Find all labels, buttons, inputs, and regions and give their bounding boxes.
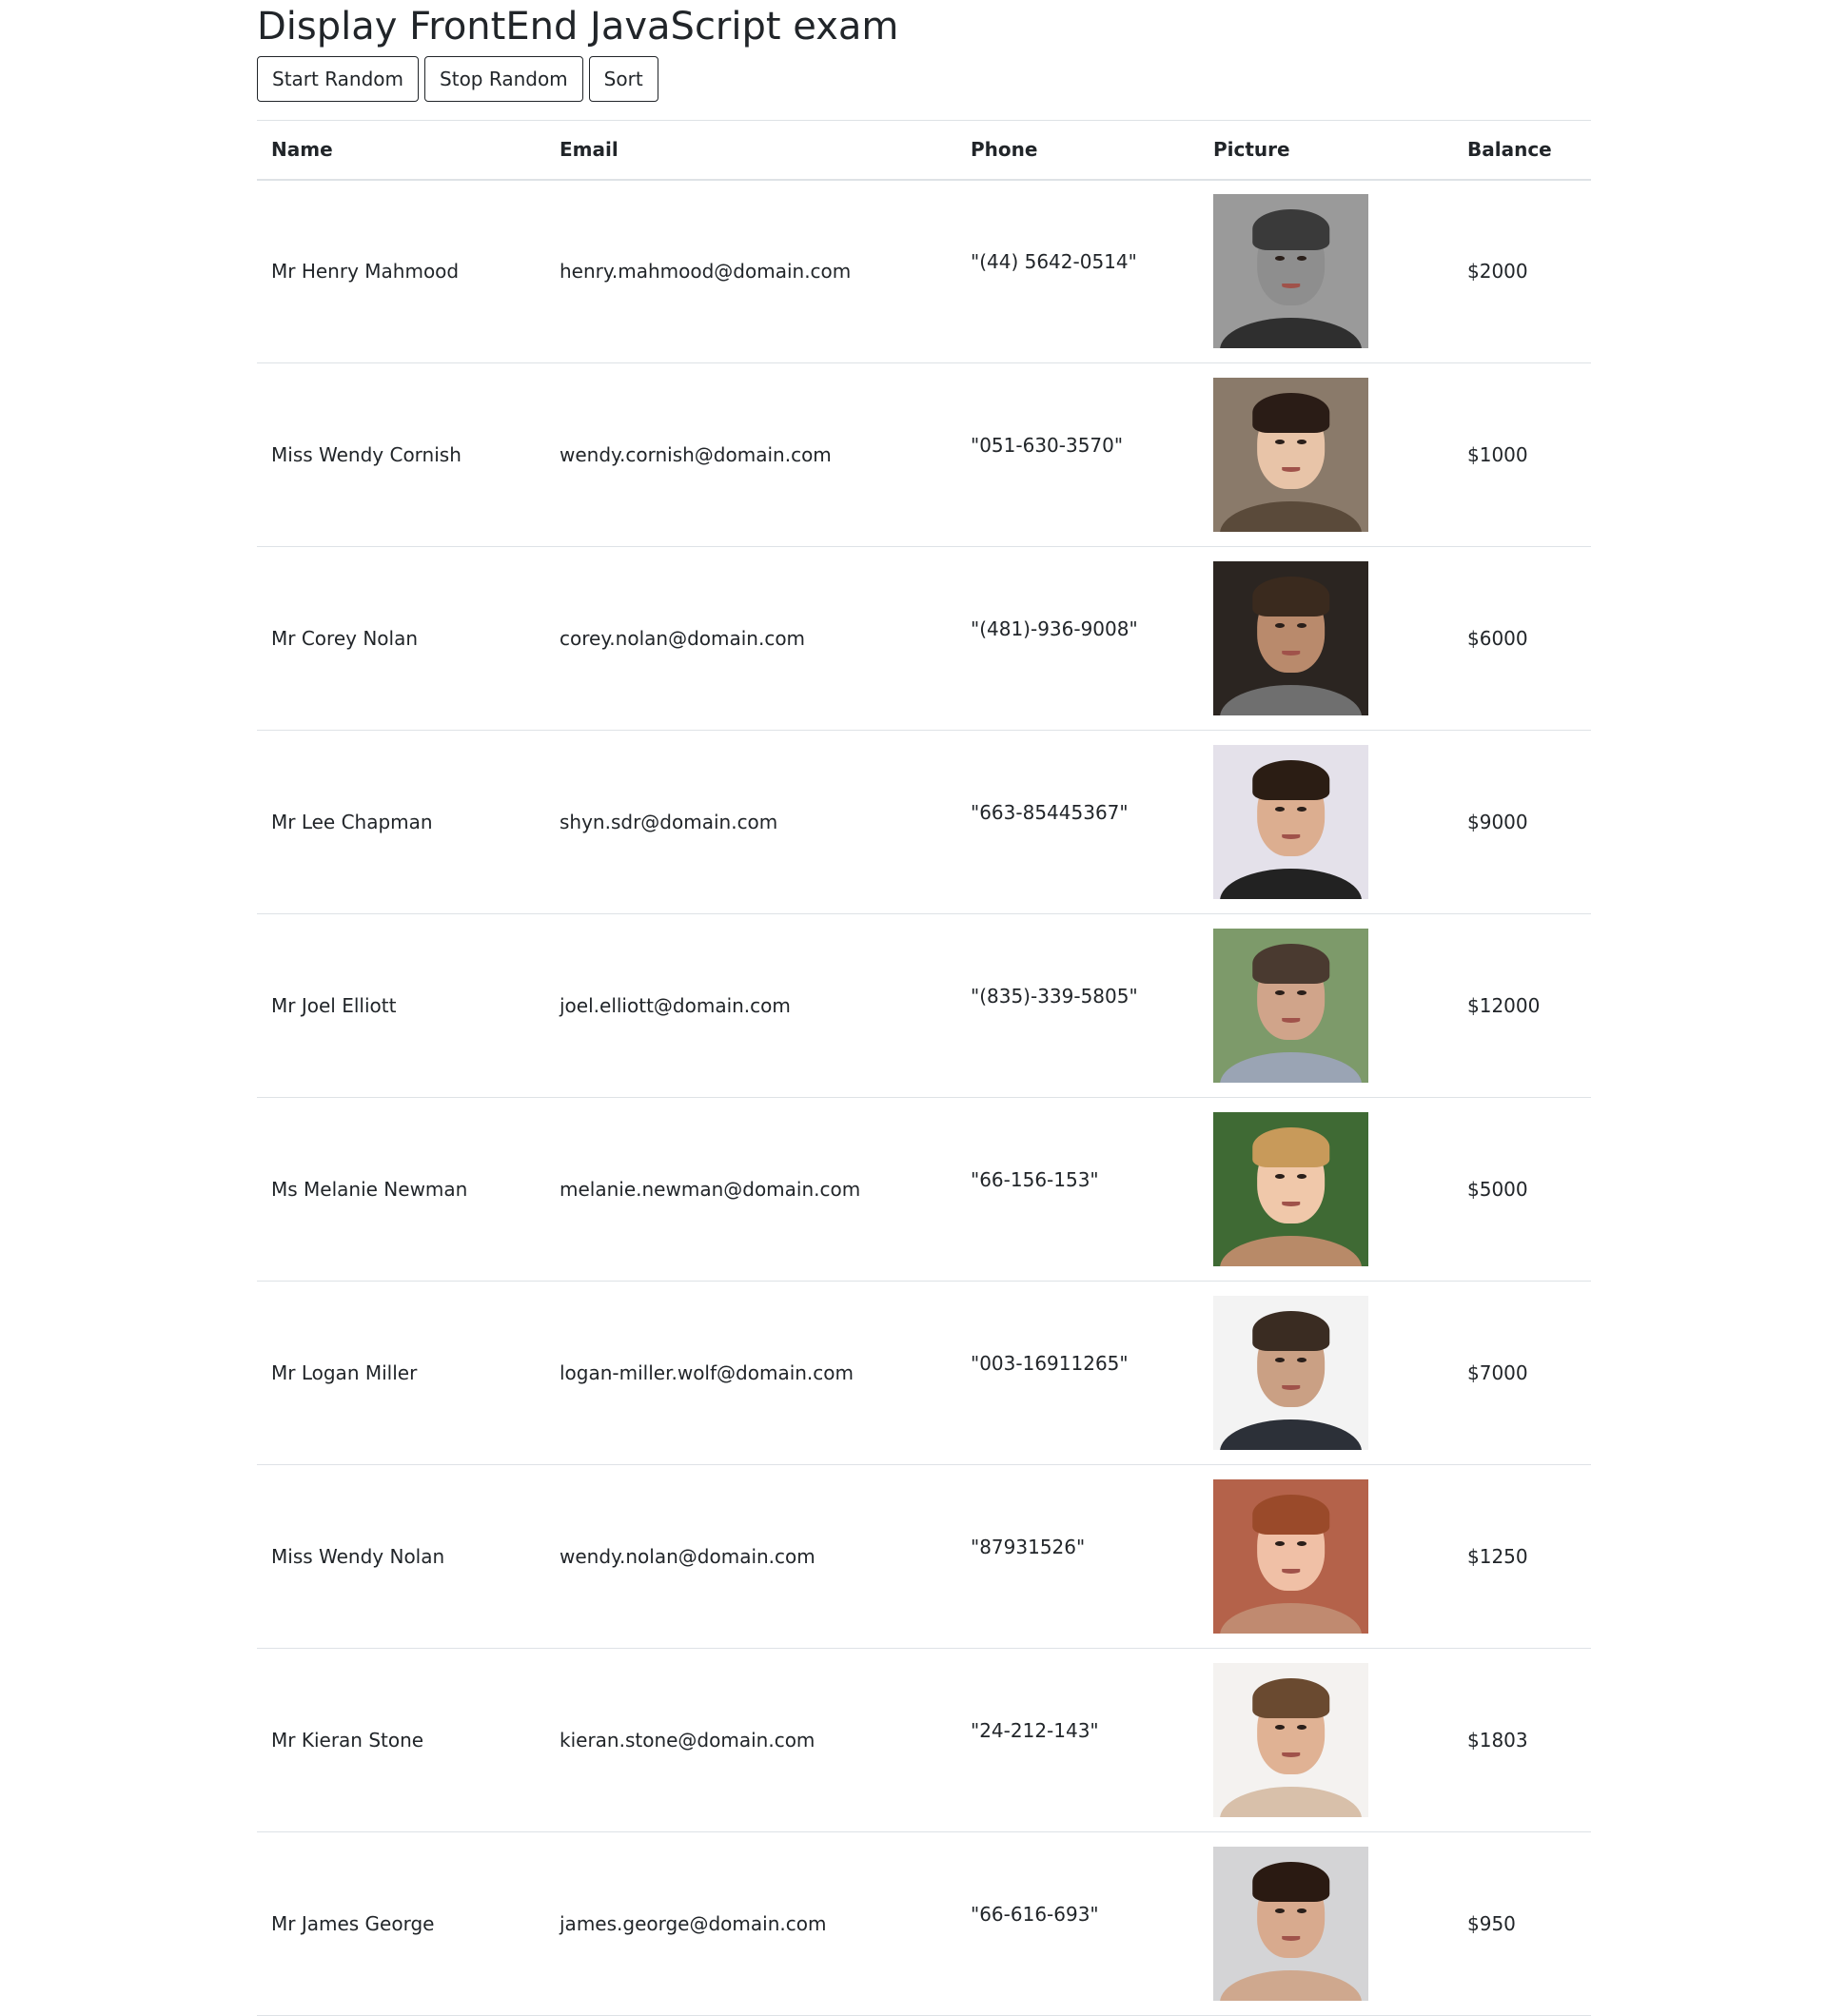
cell-balance: $2000	[1467, 260, 1528, 284]
avatar	[1213, 1112, 1368, 1266]
phone-text: "(835)-339-5805"	[971, 985, 1138, 1008]
cell-email: corey.nolan@domain.com	[560, 627, 806, 650]
table-row: Mr James George james.george@domain.com "6…	[257, 1832, 1591, 2016]
cell-name: Mr Henry Mahmood	[271, 260, 460, 284]
phone-text: "(481)-936-9008"	[971, 617, 1138, 640]
phone-text: "003-16911265"	[971, 1352, 1129, 1375]
table-body: Mr Henry Mahmood henry.mahmood@domain.com…	[257, 180, 1591, 2016]
phone-text: "051-630-3570"	[971, 434, 1124, 457]
avatar	[1213, 194, 1368, 349]
avatar	[1213, 1663, 1368, 1817]
avatar	[1213, 378, 1368, 532]
page-title: Display FrontEnd JavaScript exam	[257, 5, 899, 49]
cell-email: wendy.cornish@domain.com	[560, 443, 832, 466]
avatar	[1213, 929, 1368, 1083]
cell-picture	[1199, 547, 1453, 731]
cell-phone: "(44) 5642-0514"	[956, 180, 1199, 363]
cell-picture	[1199, 1282, 1453, 1465]
cell-balance: $6000	[1467, 627, 1528, 650]
cell-phone: "(835)-339-5805"	[956, 914, 1199, 1098]
cell-picture	[1199, 180, 1453, 363]
cell-email: shyn.sdr@domain.com	[560, 811, 778, 833]
table-row: Ms Melanie Newman melanie.newman@domain.c…	[257, 1098, 1591, 1282]
cell-email: wendy.nolan@domain.com	[560, 1545, 815, 1568]
table-row: Mr Corey Nolan corey.nolan@domain.com "(48…	[257, 547, 1591, 731]
table-row: Mr Kieran Stone kieran.stone@domain.com "2…	[257, 1649, 1591, 1832]
cell-email: james.george@domain.com	[560, 1912, 827, 1935]
cell-phone: "663-85445367"	[956, 731, 1199, 914]
phone-text: "87931526"	[971, 1536, 1086, 1558]
cell-picture	[1199, 1649, 1453, 1832]
phone-text: "66-616-693"	[971, 1903, 1099, 1926]
column-header-phone: Phone	[971, 138, 1038, 162]
cell-phone: "66-156-153"	[956, 1098, 1199, 1282]
cell-name: Mr Kieran Stone	[271, 1729, 424, 1752]
cell-phone: "87931526"	[956, 1465, 1199, 1649]
phone-text: "66-156-153"	[971, 1168, 1099, 1191]
avatar	[1213, 561, 1368, 715]
avatar	[1213, 1847, 1368, 2001]
table-row: Miss Wendy Cornish wendy.cornish@domain.c…	[257, 363, 1591, 547]
table-header-row: Name Email Phone Picture Balance	[257, 120, 1591, 180]
column-header-name: Name	[271, 138, 333, 162]
table-row: Miss Wendy Nolan wendy.nolan@domain.com "8…	[257, 1465, 1591, 1649]
cell-email: kieran.stone@domain.com	[560, 1729, 815, 1752]
cell-phone: "003-16911265"	[956, 1282, 1199, 1465]
phone-text: "(44) 5642-0514"	[971, 250, 1137, 274]
phone-text: "663-85445367"	[971, 801, 1129, 824]
start-random-button[interactable]: Start Random	[257, 56, 420, 102]
cell-name: Miss Wendy Nolan	[271, 1545, 445, 1568]
cell-email: logan-miller.wolf@domain.com	[560, 1361, 855, 1384]
table-header: Name Email Phone Picture Balance	[257, 120, 1591, 180]
cell-picture	[1199, 731, 1453, 914]
cell-phone: "66-616-693"	[956, 1832, 1199, 2016]
column-header-picture: Picture	[1213, 138, 1290, 162]
cell-picture	[1199, 363, 1453, 547]
cell-balance: $7000	[1467, 1361, 1528, 1384]
table-row: Mr Lee Chapman shyn.sdr@domain.com "663-85…	[257, 731, 1591, 914]
cell-balance: $950	[1467, 1912, 1516, 1935]
table-row: Mr Henry Mahmood henry.mahmood@domain.com…	[257, 180, 1591, 363]
cell-balance: $1250	[1467, 1545, 1528, 1568]
table-row: Mr Joel Elliott joel.elliott@domain.com "(…	[257, 914, 1591, 1098]
cell-balance: $5000	[1467, 1178, 1528, 1201]
cell-name: Ms Melanie Newman	[271, 1178, 468, 1201]
cell-email: henry.mahmood@domain.com	[560, 260, 852, 284]
table-row: Mr Logan Miller logan-miller.wolf@domain.…	[257, 1282, 1591, 1465]
cell-balance: $12000	[1467, 994, 1541, 1017]
phone-text: "24-212-143"	[971, 1719, 1099, 1742]
avatar	[1213, 1296, 1368, 1450]
cell-name: Mr Corey Nolan	[271, 627, 419, 650]
avatar	[1213, 745, 1368, 899]
cell-name: Miss Wendy Cornish	[271, 443, 462, 466]
cell-phone: "(481)-936-9008"	[956, 547, 1199, 731]
cell-email: melanie.newman@domain.com	[560, 1178, 861, 1201]
cell-picture	[1199, 1465, 1453, 1649]
action-button-row: Start Random Stop Random Sort	[257, 56, 1591, 102]
column-header-balance: Balance	[1467, 138, 1552, 162]
avatar	[1213, 1479, 1368, 1634]
cell-phone: "24-212-143"	[956, 1649, 1199, 1832]
stop-random-button[interactable]: Stop Random	[424, 56, 583, 102]
cell-phone: "051-630-3570"	[956, 363, 1199, 547]
users-table: Name Email Phone Picture Balance Mr Henr…	[257, 120, 1591, 2016]
cell-picture	[1199, 1098, 1453, 1282]
cell-name: Mr Logan Miller	[271, 1361, 418, 1384]
sort-button[interactable]: Sort	[588, 56, 658, 102]
cell-name: Mr James George	[271, 1912, 435, 1935]
cell-picture	[1199, 914, 1453, 1098]
cell-picture	[1199, 1832, 1453, 2016]
cell-name: Mr Joel Elliott	[271, 994, 397, 1017]
cell-balance: $1803	[1467, 1729, 1528, 1752]
cell-balance: $9000	[1467, 811, 1528, 833]
cell-name: Mr Lee Chapman	[271, 811, 433, 833]
page-container: Display FrontEnd JavaScript exam Start R…	[257, 0, 1591, 2016]
column-header-email: Email	[560, 138, 619, 162]
cell-balance: $1000	[1467, 443, 1528, 466]
cell-email: joel.elliott@domain.com	[560, 994, 791, 1017]
